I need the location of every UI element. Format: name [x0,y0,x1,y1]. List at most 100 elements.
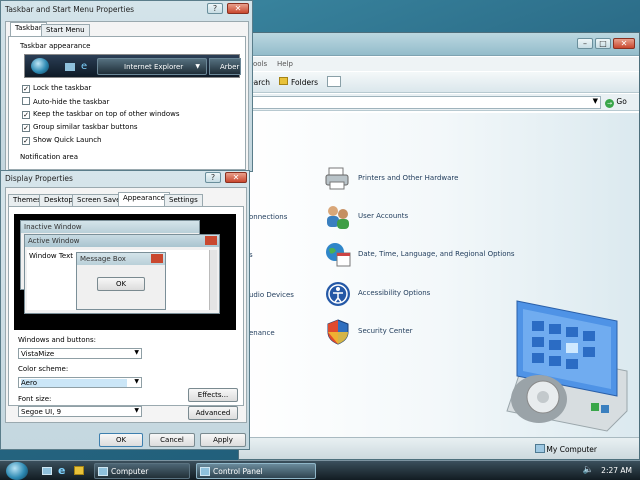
taskbar-preview: e Internet Explorer ▼ Arber [24,54,241,78]
category-label: Printers and Other Hardware [358,174,459,182]
close-icon [151,254,163,263]
preview-task-ie: Internet Explorer ▼ [97,58,207,75]
taskbar-properties-dialog: Taskbar and Start Menu Properties ? ✕ Ta… [0,0,253,172]
dialog-title: Display Properties [5,174,73,183]
status-location: My Computer [546,445,597,454]
folder-icon[interactable] [74,466,84,475]
chevron-down-icon: ▼ [134,378,139,385]
address-bar: ▼ → Go [239,94,639,111]
inactive-window-label: Inactive Window [24,223,82,231]
maximize-button[interactable]: □ [595,38,611,49]
taskbar: e Computer Control Panel 🔈 2:27 AM [0,460,640,480]
shield-icon [327,319,349,345]
select-value: VistaMize [21,350,55,358]
go-label: Go [616,97,627,106]
help-button[interactable]: ? [205,172,221,183]
preview-message-box: Message Box OK [76,252,166,310]
checkbox[interactable]: ✓ [22,124,30,132]
color-scheme-select[interactable]: Aero ▼ [18,377,142,388]
chevron-down-icon: ▼ [195,63,200,70]
checkbox[interactable]: ✓ [22,85,30,93]
chevron-down-icon[interactable]: ▼ [593,97,598,105]
chevron-down-icon: ▼ [134,349,139,356]
preview-ok-button: OK [97,277,145,291]
computer-icon [535,444,545,453]
section-appearance: Taskbar appearance [20,42,91,50]
tab-appearance[interactable]: Appearance [118,192,171,206]
option-label: Lock the taskbar [33,84,92,92]
option-quick-launch[interactable]: ✓ Show Quick Launch [22,136,101,145]
font-size-select[interactable]: Segoe UI, 9 ▼ [18,406,142,417]
computer-icon [98,467,108,476]
show-desktop-icon[interactable] [42,467,52,475]
go-arrow-icon: → [605,99,614,108]
address-input[interactable]: ▼ [239,96,601,109]
globe-calendar-icon [326,243,351,267]
category-label: Date, Time, Language, and Regional Optio… [358,250,515,258]
cancel-button[interactable]: Cancel [149,433,195,447]
preview-task-other: Arber [209,58,241,75]
section-notification: Notification area [20,153,78,161]
views-icon[interactable] [327,76,341,87]
go-button[interactable]: → Go [605,97,627,108]
ie-icon[interactable]: e [58,464,65,477]
close-button[interactable]: ✕ [227,3,249,14]
effects-button[interactable]: Effects... [188,388,238,402]
apply-button[interactable]: Apply [200,433,246,447]
tab-settings[interactable]: Settings [164,194,203,206]
category-network-partial[interactable]: onnections [249,213,287,221]
category-label: Security Center [358,327,413,335]
ok-button[interactable]: OK [99,433,143,447]
show-desktop-icon [65,63,75,71]
option-group-buttons[interactable]: ✓ Group similar taskbar buttons [22,123,138,132]
task-computer[interactable]: Computer [94,463,190,479]
users-icon [327,206,349,229]
appearance-preview: Inactive Window Active Window Window Tex… [14,214,236,330]
folder-icon [279,77,288,85]
option-keep-on-top[interactable]: ✓ Keep the taskbar on top of other window… [22,110,180,119]
status-bar: My Computer [239,437,639,459]
close-button[interactable]: ✕ [225,172,247,183]
ie-icon: e [81,61,88,72]
volume-icon[interactable]: 🔈 [583,465,594,475]
dialog-title: Taskbar and Start Menu Properties [5,5,135,14]
accessibility-icon [326,282,350,306]
folders-button[interactable]: Folders [291,78,318,87]
control-panel-titlebar: – □ ✕ [239,33,639,56]
preview-scrollbar [209,250,217,310]
option-auto-hide[interactable]: Auto-hide the taskbar [22,97,109,106]
message-box-title: Message Box [77,253,165,265]
option-label: Group similar taskbar buttons [33,123,138,131]
category-maintenance-partial[interactable]: enance [249,329,275,337]
control-panel-window: – □ ✕ ools Help earch Folders ▼ → Go onn… [238,32,640,460]
start-button[interactable] [6,462,28,480]
task-label: Control Panel [213,467,263,476]
printer-icon [325,167,349,190]
help-button[interactable]: ? [207,3,223,14]
minimize-button[interactable]: – [577,38,593,49]
category-audio-partial[interactable]: udio Devices [249,291,294,299]
message-box-label: Message Box [80,255,126,263]
checkbox[interactable] [22,97,30,105]
windows-buttons-select[interactable]: VistaMize ▼ [18,348,142,359]
toolbar: earch Folders [239,72,639,93]
start-orb-icon [31,58,49,74]
select-value: Aero [21,379,127,387]
color-scheme-label: Color scheme: [18,365,69,373]
inactive-window-title: Inactive Window [21,221,199,233]
checkbox[interactable]: ✓ [22,111,30,119]
menu-tools[interactable]: ools [253,60,267,68]
menu-help[interactable]: Help [277,60,293,68]
control-panel-icon [200,467,210,476]
preview-task-label: Arber [220,63,240,71]
close-button[interactable]: ✕ [613,38,635,49]
select-value: Segoe UI, 9 [21,408,62,416]
clock[interactable]: 2:27 AM [601,466,632,475]
tab-start-menu[interactable]: Start Menu [41,24,90,36]
task-control-panel[interactable]: Control Panel [196,463,316,479]
checkbox[interactable]: ✓ [22,137,30,145]
font-size-label: Font size: [18,395,52,403]
advanced-button[interactable]: Advanced [188,406,238,420]
option-lock-taskbar[interactable]: ✓ Lock the taskbar [22,84,91,93]
dialog-body: Taskbar Start Menu Taskbar appearance e … [5,21,249,171]
